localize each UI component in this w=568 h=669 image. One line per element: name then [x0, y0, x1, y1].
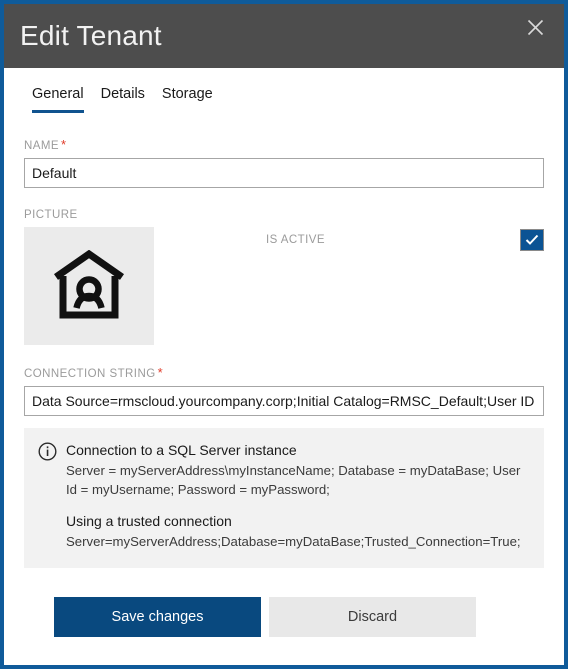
info-icon	[38, 442, 57, 461]
connection-string-field-group: CONNECTION STRING*	[24, 365, 544, 416]
connection-string-label-text: CONNECTION STRING	[24, 368, 156, 380]
save-changes-button[interactable]: Save changes	[54, 597, 261, 637]
is-active-checkbox[interactable]	[520, 229, 544, 251]
is-active-field-group: IS ACTIVE	[156, 209, 544, 251]
picture-label: PICTURE	[24, 209, 156, 221]
connection-string-required-marker: *	[158, 365, 164, 380]
dialog-titlebar: Edit Tenant	[4, 4, 564, 68]
picture-active-row: PICTURE IS ACTIVE	[24, 209, 544, 345]
tab-details[interactable]: Details	[101, 87, 145, 113]
name-field-group: NAME*	[24, 137, 544, 188]
sql-instance-heading: Connection to a SQL Server instance	[66, 441, 530, 460]
dialog-content: General Details Storage NAME* PICTURE	[4, 68, 564, 665]
name-input[interactable]	[24, 158, 544, 188]
discard-button[interactable]: Discard	[269, 597, 476, 637]
close-icon[interactable]	[514, 10, 556, 44]
dialog-title: Edit Tenant	[20, 22, 162, 50]
picture-preview[interactable]	[24, 227, 154, 345]
name-label-text: NAME	[24, 140, 59, 152]
connection-help-panel: Connection to a SQL Server instance Serv…	[24, 428, 544, 568]
edit-tenant-dialog: Edit Tenant General Details Storage NAME…	[0, 0, 568, 669]
name-required-marker: *	[61, 137, 67, 152]
tab-bar: General Details Storage	[32, 68, 544, 113]
info-spacer	[66, 499, 530, 512]
trusted-connection-line-1: Server=myServerAddress;Database=myDataBa…	[66, 533, 530, 552]
tab-storage[interactable]: Storage	[162, 87, 213, 113]
is-active-label: IS ACTIVE	[266, 234, 325, 246]
dialog-footer: Save changes Discard	[24, 597, 544, 637]
name-label: NAME*	[24, 137, 544, 152]
connection-help-text: Connection to a SQL Server instance Serv…	[66, 441, 530, 552]
sql-instance-line-1: Server = myServerAddress\myInstanceName;…	[66, 462, 530, 481]
checkmark-icon	[525, 234, 539, 246]
sql-instance-line-2: Id = myUsername; Password = myPassword;	[66, 481, 530, 500]
connection-string-input[interactable]	[24, 386, 544, 416]
trusted-connection-heading: Using a trusted connection	[66, 512, 530, 531]
home-person-icon	[50, 250, 128, 322]
tab-general[interactable]: General	[32, 87, 84, 113]
picture-field-group: PICTURE	[24, 209, 156, 345]
connection-string-label: CONNECTION STRING*	[24, 365, 544, 380]
